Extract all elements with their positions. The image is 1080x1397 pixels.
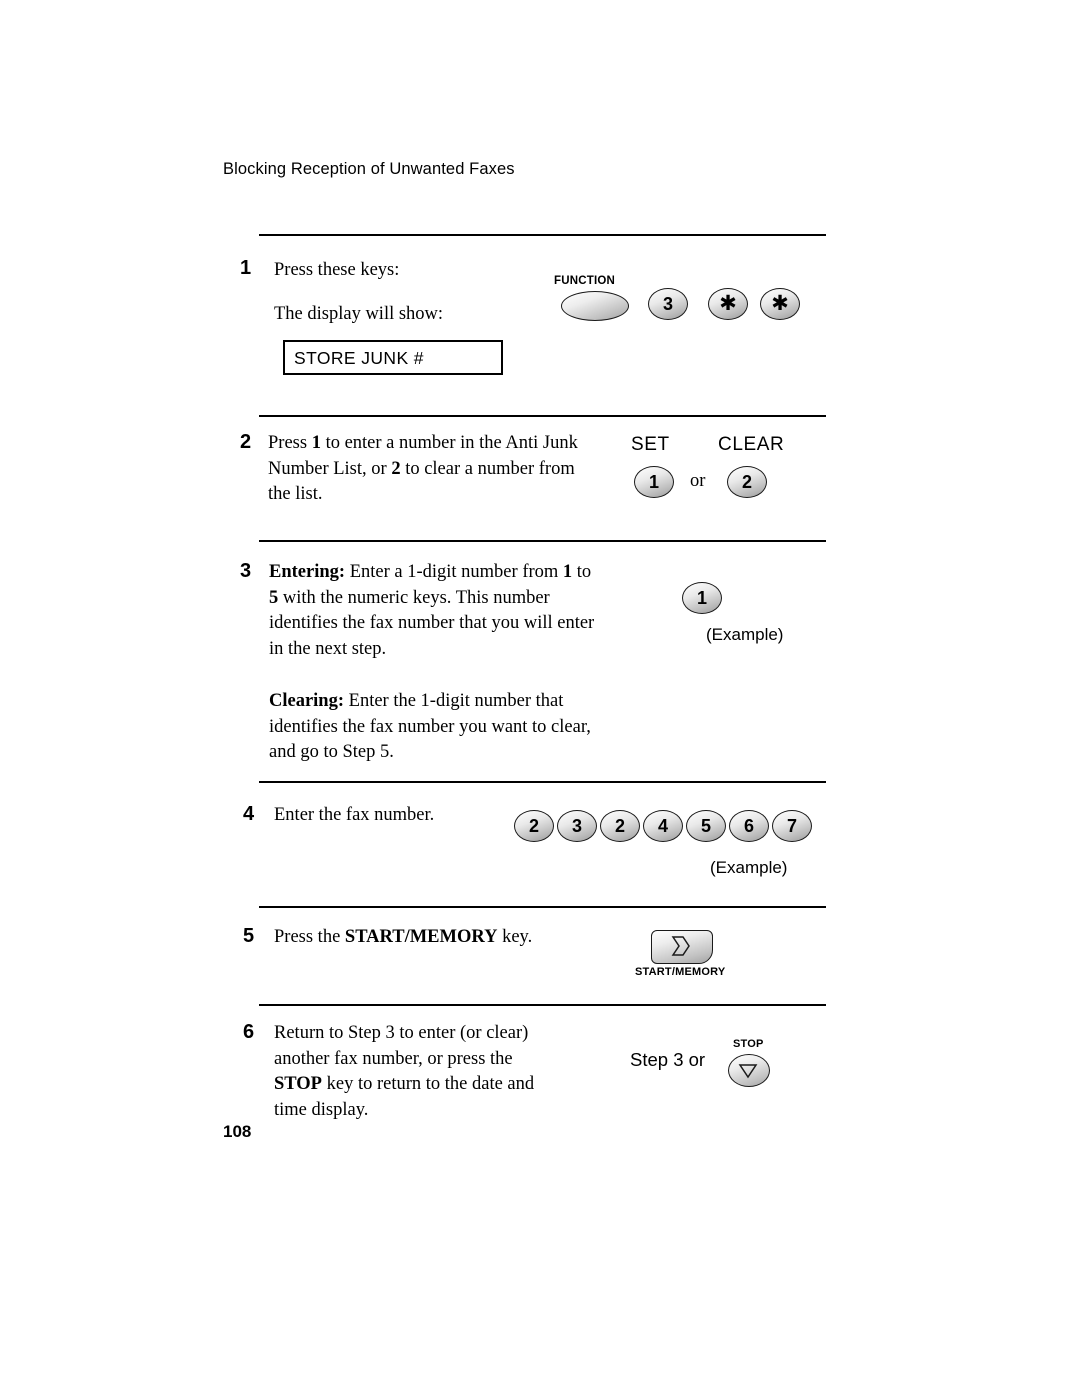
asterisk-key-1[interactable]: ✱ bbox=[708, 288, 748, 320]
divider-step4-step5 bbox=[259, 906, 826, 908]
step-3-example-label: (Example) bbox=[706, 625, 784, 644]
step-3-clearing-1: Enter the 1-digit number bbox=[344, 691, 532, 711]
step-2-text-b: 1 bbox=[311, 433, 321, 453]
step-3-clearing-label: Clearing: bbox=[269, 691, 345, 711]
step-3-entering-3: to bbox=[572, 562, 592, 582]
page-header: Blocking Reception of Unwanted Faxes bbox=[223, 160, 515, 178]
step-6-line2: another fax number, or press the bbox=[274, 1048, 513, 1069]
step-3-entering-text: Entering: Enter a 1-digit number from 1 … bbox=[269, 560, 599, 662]
step-3-number: 3 bbox=[240, 560, 252, 582]
divider-step5-step6 bbox=[259, 1004, 826, 1006]
asterisk-icon: ✱ bbox=[771, 291, 789, 315]
clear-key[interactable]: 2 bbox=[727, 466, 767, 498]
step-6-line4: time display. bbox=[274, 1099, 369, 1120]
lcd-text: STORE JUNK # bbox=[294, 348, 424, 368]
step-5-text-1: Press the bbox=[274, 927, 345, 947]
step-3-entering-2: from bbox=[522, 562, 563, 582]
step-1-line2: The display will show: bbox=[274, 304, 444, 324]
document-page: Blocking Reception of Unwanted Faxes 1 P… bbox=[0, 0, 1080, 1397]
keypad-key-fax-2[interactable]: 3 bbox=[557, 810, 597, 842]
step-1-number: 1 bbox=[240, 257, 252, 279]
step-3-clearing-text: Clearing: Enter the 1-digit number that … bbox=[269, 689, 599, 766]
step-2-number: 2 bbox=[240, 431, 252, 453]
step-3-entering-bold-1: 1 bbox=[562, 562, 573, 582]
step-3-entering-bold-2: 5 bbox=[269, 587, 279, 608]
step-3-entering-7: step. bbox=[351, 638, 387, 659]
step-6-step3-or-label: Step 3 or bbox=[630, 1049, 706, 1070]
step-2-text-a: Press bbox=[268, 433, 312, 453]
keypad-key-fax-3[interactable]: 2 bbox=[600, 810, 640, 842]
step-1-line1: Press these keys: bbox=[274, 260, 400, 280]
divider-step2-step3 bbox=[259, 540, 826, 542]
step-4-text: Enter the fax number. bbox=[274, 805, 435, 825]
start-memory-key-label: START/MEMORY bbox=[635, 966, 726, 978]
set-key-label: SET bbox=[631, 434, 670, 455]
step-2-text: Press 1 to enter a number in the Anti Ju… bbox=[268, 431, 578, 508]
step-5-text: Press the START/MEMORY key. bbox=[274, 925, 574, 951]
divider-step1-step2 bbox=[259, 415, 826, 417]
stop-key-label: STOP bbox=[733, 1038, 764, 1050]
step-5-text-bold: START/MEMORY bbox=[344, 927, 498, 947]
stop-key[interactable] bbox=[728, 1054, 770, 1087]
step-6-number: 6 bbox=[243, 1021, 255, 1043]
step-6-line3-rest: key to return to the date and bbox=[321, 1074, 535, 1094]
step-4-number: 4 bbox=[243, 803, 255, 825]
keypad-key-fax-5[interactable]: 5 bbox=[686, 810, 726, 842]
set-key[interactable]: 1 bbox=[634, 466, 674, 498]
step-3-entering-label: Entering: bbox=[269, 562, 346, 582]
stop-triangle-icon bbox=[738, 1064, 758, 1079]
step-6-line3-bold: STOP bbox=[274, 1074, 322, 1094]
function-key-label: FUNCTION bbox=[554, 275, 616, 287]
divider-top bbox=[259, 234, 826, 236]
keypad-key-fax-7[interactable]: 7 bbox=[772, 810, 812, 842]
step-6-text: Return to Step 3 to enter (or clear) ano… bbox=[274, 1021, 564, 1123]
step-2-text-f: to clear a bbox=[400, 458, 473, 479]
step-3-entering-4: with the numeric keys. bbox=[278, 587, 452, 608]
function-key[interactable] bbox=[561, 291, 629, 321]
step-5-number: 5 bbox=[243, 925, 255, 947]
keypad-key-fax-4[interactable]: 4 bbox=[643, 810, 683, 842]
keypad-key-fax-1[interactable]: 2 bbox=[514, 810, 554, 842]
keypad-key-1-example[interactable]: 1 bbox=[682, 582, 722, 614]
or-label-step2: or bbox=[690, 471, 706, 491]
step-4-example-label: (Example) bbox=[710, 858, 788, 877]
asterisk-key-2[interactable]: ✱ bbox=[760, 288, 800, 320]
keypad-key-fax-6[interactable]: 6 bbox=[729, 810, 769, 842]
page-number: 108 bbox=[223, 1122, 252, 1141]
keypad-key-3[interactable]: 3 bbox=[648, 288, 688, 320]
start-memory-key[interactable] bbox=[651, 930, 713, 964]
clear-key-label: CLEAR bbox=[718, 434, 785, 455]
step-2-text-c: to enter a number in the Anti bbox=[320, 433, 539, 453]
step-6-line1: Return to Step 3 to enter (or clear) bbox=[274, 1023, 529, 1043]
step-2-text-e: 2 bbox=[391, 458, 401, 479]
start-arrow-icon bbox=[671, 936, 690, 956]
step-5-text-2: key. bbox=[497, 927, 533, 947]
asterisk-icon: ✱ bbox=[719, 291, 737, 315]
divider-step3-step4 bbox=[259, 781, 826, 783]
step-3-entering-1: Enter a 1-digit number bbox=[345, 562, 518, 582]
lcd-display: STORE JUNK # bbox=[283, 340, 503, 375]
